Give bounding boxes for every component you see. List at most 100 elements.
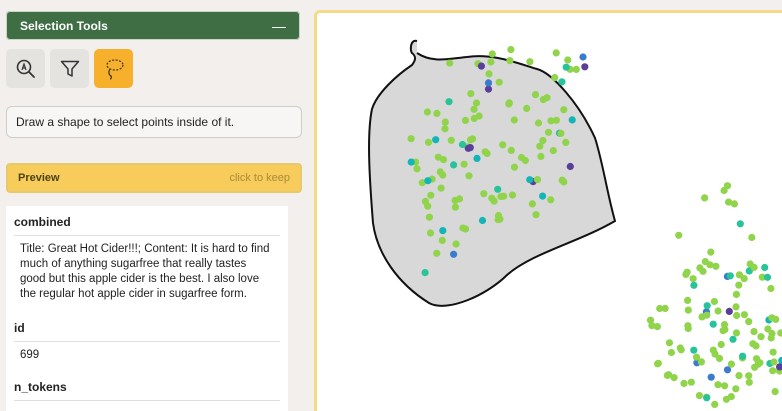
- scatter-point[interactable]: [732, 303, 740, 311]
- scatter-point[interactable]: [441, 125, 449, 133]
- scatter-point[interactable]: [452, 240, 460, 248]
- scatter-point[interactable]: [689, 275, 697, 283]
- scatter-point[interactable]: [451, 196, 459, 204]
- scatter-point[interactable]: [750, 263, 758, 271]
- scatter-point[interactable]: [544, 128, 553, 136]
- zoom-select-button[interactable]: [6, 49, 45, 88]
- scatter-point[interactable]: [749, 340, 757, 348]
- scatter-point[interactable]: [564, 56, 572, 64]
- scatter-point[interactable]: [533, 176, 542, 184]
- scatter-point[interactable]: [733, 311, 741, 320]
- scatter-point[interactable]: [465, 172, 473, 180]
- scatter-point[interactable]: [690, 346, 698, 354]
- scatter-point[interactable]: [432, 136, 440, 144]
- scatter-point[interactable]: [551, 74, 559, 82]
- scatter-point[interactable]: [552, 116, 560, 124]
- scatter-point[interactable]: [732, 290, 740, 298]
- scatter-point[interactable]: [407, 135, 415, 143]
- scatter-point[interactable]: [439, 171, 447, 179]
- scatter-point[interactable]: [413, 165, 421, 173]
- scatter-point[interactable]: [757, 333, 765, 341]
- scatter-point[interactable]: [478, 216, 487, 225]
- scatter-point[interactable]: [735, 281, 743, 289]
- scatter-point[interactable]: [680, 379, 688, 387]
- scatter-point[interactable]: [750, 328, 758, 336]
- scatter-point[interactable]: [723, 182, 732, 190]
- scatter-point[interactable]: [730, 200, 738, 208]
- scatter-point[interactable]: [656, 304, 664, 313]
- scatter-point[interactable]: [761, 263, 769, 272]
- scatter-point[interactable]: [441, 118, 449, 126]
- preview-bar[interactable]: Preview click to keep: [6, 163, 302, 193]
- scatter-point[interactable]: [526, 58, 534, 66]
- scatter-point[interactable]: [740, 311, 748, 319]
- scatter-point[interactable]: [461, 116, 470, 124]
- scatter-point[interactable]: [507, 46, 515, 54]
- scatter-point[interactable]: [777, 329, 782, 337]
- scatter-point[interactable]: [677, 346, 685, 354]
- scatter-point[interactable]: [481, 148, 489, 156]
- scatter-point[interactable]: [667, 348, 675, 357]
- scatter-point[interactable]: [450, 250, 458, 258]
- scatter-point[interactable]: [745, 318, 753, 326]
- scatter-point[interactable]: [727, 393, 735, 401]
- scatter-point[interactable]: [719, 327, 727, 335]
- scatter-point[interactable]: [531, 91, 540, 99]
- scatter-point[interactable]: [732, 385, 740, 393]
- scatter-point[interactable]: [701, 194, 709, 202]
- scatter-point[interactable]: [745, 378, 753, 386]
- scatter-point[interactable]: [579, 53, 587, 61]
- scatter-point[interactable]: [745, 372, 753, 380]
- scatter-point[interactable]: [487, 58, 495, 66]
- scatter-point[interactable]: [407, 158, 415, 166]
- details-scrollbar[interactable]: [288, 206, 302, 411]
- scatter-point[interactable]: [725, 307, 733, 315]
- scatter-point[interactable]: [480, 190, 488, 198]
- scatter-point[interactable]: [560, 106, 568, 114]
- scatter-point[interactable]: [466, 136, 475, 144]
- scatter-point[interactable]: [764, 325, 772, 333]
- scatter-point[interactable]: [508, 191, 517, 199]
- scatter-point[interactable]: [552, 49, 560, 57]
- scatter-point[interactable]: [547, 196, 555, 204]
- scatter-point[interactable]: [472, 99, 481, 107]
- scatter-point[interactable]: [675, 231, 683, 239]
- filter-button[interactable]: [50, 49, 89, 88]
- scatter-point[interactable]: [707, 373, 715, 381]
- scatter-point[interactable]: [560, 178, 568, 186]
- collapse-button[interactable]: —: [272, 19, 286, 33]
- scatter-point[interactable]: [539, 192, 547, 200]
- scatter-point[interactable]: [534, 119, 543, 127]
- scatter-point[interactable]: [495, 78, 503, 86]
- scatter-point[interactable]: [450, 161, 458, 169]
- scatter-point[interactable]: [437, 184, 445, 192]
- scatter-point[interactable]: [699, 267, 707, 275]
- scatter-point[interactable]: [769, 367, 777, 375]
- scatter-point[interactable]: [427, 191, 435, 199]
- scatter-point[interactable]: [425, 213, 433, 221]
- scatter-point[interactable]: [426, 229, 435, 237]
- scatter-point[interactable]: [421, 197, 429, 205]
- scatter-point[interactable]: [488, 50, 496, 58]
- scatter-point[interactable]: [421, 269, 429, 277]
- scatter-point[interactable]: [684, 296, 692, 304]
- scatter-point[interactable]: [523, 104, 531, 112]
- scatter-point[interactable]: [424, 177, 432, 185]
- scatter-point[interactable]: [433, 249, 441, 257]
- scatter-point[interactable]: [735, 372, 743, 380]
- scatter-point[interactable]: [684, 322, 692, 330]
- scatter-point[interactable]: [726, 272, 734, 280]
- scatter-point[interactable]: [451, 203, 459, 211]
- scatter-point[interactable]: [497, 192, 505, 201]
- scatter-point[interactable]: [466, 144, 474, 152]
- scatter-canvas[interactable]: [314, 10, 782, 411]
- scatter-point[interactable]: [572, 65, 580, 73]
- scatter-point[interactable]: [703, 302, 711, 310]
- scatter-point[interactable]: [507, 146, 515, 154]
- scatter-point[interactable]: [462, 225, 470, 233]
- scatter-point[interactable]: [581, 63, 589, 71]
- scatter-point[interactable]: [697, 358, 705, 366]
- scatter-point[interactable]: [715, 354, 724, 362]
- scatter-point[interactable]: [739, 352, 747, 360]
- scatter-point[interactable]: [654, 360, 662, 368]
